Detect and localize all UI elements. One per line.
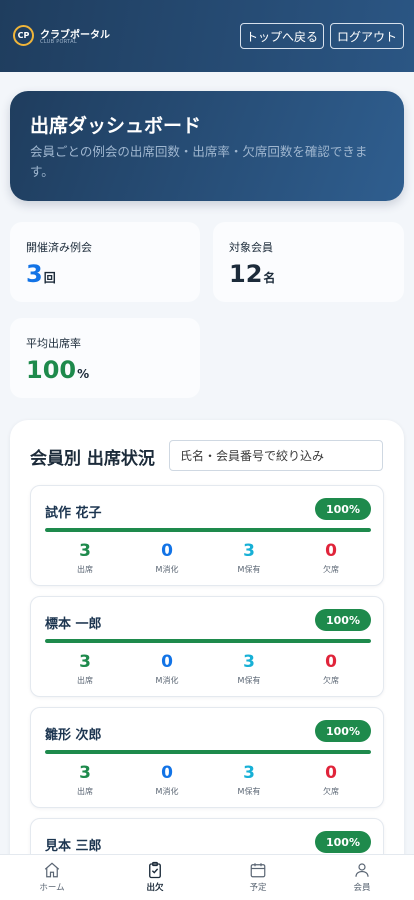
- attendance-progress-bar: [45, 528, 371, 532]
- logout-button[interactable]: ログアウト: [330, 23, 404, 49]
- member-name: 見本 三郎: [45, 839, 102, 854]
- metric-attend: 3 出席: [77, 763, 93, 796]
- metric-absent: 0 欠席: [323, 763, 339, 796]
- member-name: 標本 一郎: [45, 617, 102, 632]
- nav-label: 会員: [353, 883, 371, 893]
- app-header: CP クラブポータル CLUB PORTAL トップへ戻る ログアウト: [0, 0, 414, 72]
- attendance-progress-bar: [45, 639, 371, 643]
- clipboard-check-icon: [149, 861, 161, 879]
- stat-label: 平均出席率: [26, 337, 81, 350]
- metric-m-held: 3 M保有: [237, 652, 261, 685]
- section-title: 会員別 出席状況: [30, 449, 155, 469]
- metric-attend: 3 出席: [77, 652, 93, 685]
- member-attendance-panel: 会員別 出席状況 試作 花子 100% 3出席 0M消化 3M保有 0欠席 標本…: [10, 420, 404, 900]
- dashboard-hero: 出席ダッシュボード 会員ごとの例会の出席回数・出席率・欠席回数を確認できます。: [10, 91, 404, 201]
- member-name: 試作 花子: [45, 506, 102, 521]
- nav-label: 予定: [249, 883, 267, 893]
- attendance-rate-badge: 100%: [315, 498, 371, 520]
- stat-value: 12名: [229, 260, 276, 288]
- metric-m-held: 3 M保有: [237, 763, 261, 796]
- metric-m-used: 0 M消化: [155, 763, 179, 796]
- stat-label: 開催済み例会: [26, 241, 92, 254]
- metric-absent: 0 欠席: [323, 652, 339, 685]
- attendance-rate-badge: 100%: [315, 831, 371, 853]
- nav-label: 出欠: [146, 883, 164, 893]
- nav-label: ホーム: [39, 883, 65, 893]
- page-description: 会員ごとの例会の出席回数・出席率・欠席回数を確認できます。: [30, 144, 368, 179]
- bottom-navigation: ホーム 出欠 予定 会員: [0, 854, 414, 900]
- nav-members[interactable]: 会員: [322, 861, 402, 893]
- stat-card-average-attendance: 平均出席率 100%: [10, 318, 200, 398]
- metric-m-held: 3 M保有: [237, 541, 261, 574]
- metric-attend: 3 出席: [77, 541, 93, 574]
- stat-value: 3回: [26, 260, 56, 288]
- back-to-top-button[interactable]: トップへ戻る: [240, 23, 324, 49]
- metric-m-used: 0 M消化: [155, 541, 179, 574]
- metric-m-used: 0 M消化: [155, 652, 179, 685]
- member-card[interactable]: 雛形 次郎 100% 3 出席 0 M消化 3 M保有 0 欠席: [30, 707, 384, 808]
- nav-attendance[interactable]: 出欠: [115, 861, 195, 893]
- stat-value: 100%: [26, 356, 90, 384]
- nav-home[interactable]: ホーム: [12, 861, 92, 893]
- user-icon: [355, 863, 369, 877]
- member-name: 雛形 次郎: [45, 728, 102, 743]
- nav-schedule[interactable]: 予定: [218, 861, 298, 893]
- attendance-rate-badge: 100%: [315, 720, 371, 742]
- calendar-icon: [250, 863, 266, 878]
- attendance-progress-bar: [45, 750, 371, 754]
- brand-subtitle: CLUB PORTAL: [40, 39, 77, 45]
- member-card[interactable]: 試作 花子 100% 3 出席 0 M消化 3 M保有 0 欠席: [30, 485, 384, 586]
- member-card[interactable]: 標本 一郎 100% 3 出席 0 M消化 3 M保有 0 欠席: [30, 596, 384, 697]
- stat-card-held-meetings: 開催済み例会 3回: [10, 222, 200, 302]
- attendance-rate-badge: 100%: [315, 609, 371, 631]
- stat-card-target-members: 対象会員 12名: [213, 222, 404, 302]
- metric-absent: 0 欠席: [323, 541, 339, 574]
- logo-icon[interactable]: CP: [13, 25, 34, 46]
- home-icon: [44, 862, 60, 878]
- page-title: 出席ダッシュボード: [30, 115, 202, 137]
- stat-label: 対象会員: [229, 241, 273, 254]
- member-search-input[interactable]: [169, 440, 383, 471]
